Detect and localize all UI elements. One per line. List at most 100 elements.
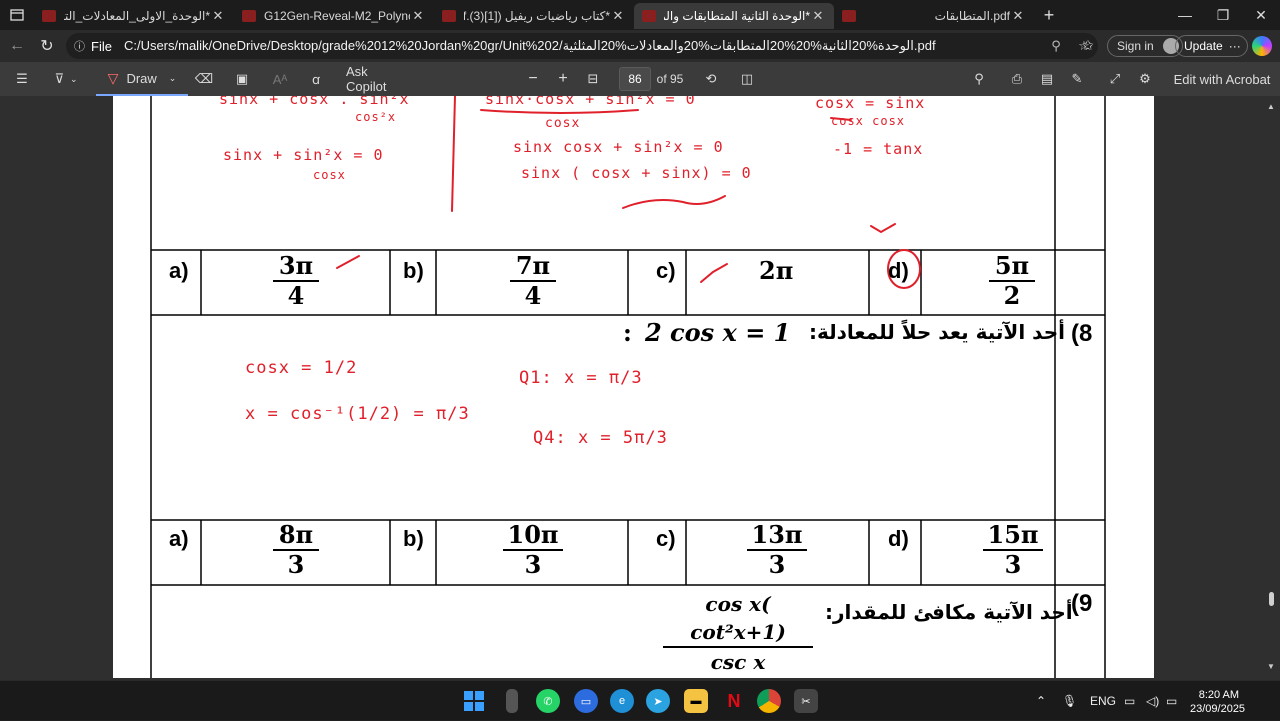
chrome-icon[interactable]: [757, 689, 781, 713]
clock[interactable]: 8:20 AM 23/09/2025: [1190, 688, 1245, 716]
tab-actions-icon[interactable]: [0, 0, 34, 30]
copilot-icon[interactable]: [1252, 36, 1272, 56]
tab-quadratic-equations[interactable]: *الوحدة_الاولى_المعادلات_التربيعية.. ✕: [34, 3, 234, 29]
option-b-value[interactable]: 10π 3: [503, 521, 563, 579]
close-icon[interactable]: ✕: [810, 8, 826, 24]
update-button[interactable]: Update ···: [1175, 35, 1248, 57]
fullscreen-icon[interactable]: ⤢: [1104, 62, 1126, 96]
tab-identities[interactable]: المتطابقات.pdf ✕: [834, 3, 1034, 29]
url-field[interactable]: ⓘ File C:/Users/malik/OneDrive/Desktop/g…: [66, 33, 1098, 59]
page-number-input[interactable]: 86: [619, 67, 651, 91]
close-icon[interactable]: ✕: [210, 8, 226, 24]
close-icon[interactable]: ✕: [410, 8, 426, 24]
snipping-tool-icon[interactable]: ✂: [794, 689, 818, 713]
browser-tab-bar: *الوحدة_الاولى_المعادلات_التربيعية.. ✕ G…: [0, 0, 1280, 30]
language-indicator[interactable]: ENG: [1090, 681, 1116, 721]
show-hidden-icons[interactable]: ⌃: [1036, 681, 1046, 721]
question-number: (9: [1071, 590, 1093, 617]
read-aloud-icon[interactable]: Aᴬ: [268, 62, 292, 96]
equation: 2 cos x = 1: [645, 318, 791, 347]
option-a-value[interactable]: 8π 3: [273, 521, 319, 579]
scroll-up-icon[interactable]: ▲: [1267, 102, 1275, 111]
option-c-label: c): [656, 526, 676, 551]
scroll-down-icon[interactable]: ▼: [1267, 662, 1275, 671]
close-window-icon[interactable]: ✕: [1242, 0, 1280, 30]
option-a-value[interactable]: 3π 4: [273, 252, 319, 310]
taskbar: ✆ ▭ e ➤ ▬ N ✂ ⌃ 🎙 ENG ▭ ◁) ▭ 8:20 AM 23/…: [0, 680, 1280, 720]
close-icon[interactable]: ✕: [610, 8, 626, 24]
highlight-icon[interactable]: ⊽ ⌄: [46, 62, 86, 96]
handwriting: sinx cosx + sin²x = 0: [513, 138, 724, 156]
option-a-label: a): [169, 258, 189, 283]
tab-reveal-book[interactable]: *كتاب رياضيات ريفيل (pdf.(3)[1] ✕: [434, 3, 634, 29]
print-icon[interactable]: ⎙: [1006, 62, 1028, 96]
pdf-viewer: sinx + cosx . sin²x cos²x sinx + sin²x =…: [0, 96, 1280, 680]
microphone-icon[interactable]: 🎙: [1062, 681, 1077, 721]
fit-page-icon[interactable]: ⊟: [582, 62, 604, 96]
pdf-page[interactable]: sinx + cosx . sin²x cos²x sinx + sin²x =…: [113, 96, 1154, 678]
option-d-value[interactable]: 5π 2: [989, 252, 1035, 310]
back-icon[interactable]: ←: [2, 37, 32, 55]
scrollbar[interactable]: ▲ ▼: [1264, 96, 1280, 680]
option-b-value[interactable]: 7π 4: [510, 252, 556, 310]
page-view-icon[interactable]: ◫: [736, 62, 758, 96]
pdf-icon: [842, 10, 856, 22]
text-box-icon[interactable]: ▣: [230, 62, 254, 96]
edit-with-acrobat-button[interactable]: Edit with Acrobat: [1172, 62, 1272, 96]
pdf-icon: [442, 10, 456, 22]
pdf-icon: [42, 10, 56, 22]
favorites-icon[interactable]: ✩: [1082, 37, 1094, 54]
netflix-icon[interactable]: N: [722, 689, 746, 713]
option-c-value[interactable]: 2π: [759, 256, 793, 285]
sign-in-button[interactable]: Sign in: [1107, 35, 1183, 57]
minimize-icon[interactable]: —: [1166, 0, 1204, 30]
option-d-label: d): [888, 526, 909, 551]
telegram-icon[interactable]: ➤: [646, 689, 670, 713]
equation-colon: :: [623, 318, 632, 347]
chevron-down-icon: ⌄: [168, 72, 177, 83]
tab-identities-unit[interactable]: *الوحدة الثانية المتطابقات والمعادلا ✕: [634, 3, 834, 29]
handwriting: Q1: x = π/3: [519, 368, 643, 388]
contents-icon[interactable]: ☰: [10, 62, 34, 96]
draw-button[interactable]: ▽ Draw ⌄: [96, 62, 188, 96]
info-icon[interactable]: ⓘ: [74, 38, 85, 54]
search-icon[interactable]: ⚲: [968, 62, 990, 96]
save-as-icon[interactable]: ✎: [1066, 62, 1088, 96]
handwriting: x = cos⁻¹(1/2) = π/3: [245, 404, 470, 424]
eraser-icon[interactable]: ⌫: [192, 62, 216, 96]
zoom-out-icon[interactable]: −: [522, 62, 544, 96]
handwriting: cosx = 1/2: [245, 358, 358, 378]
zoom-in-icon[interactable]: +: [552, 62, 574, 96]
whatsapp-icon[interactable]: ✆: [536, 689, 560, 713]
app-icon[interactable]: [506, 689, 518, 713]
save-icon[interactable]: ▤: [1036, 62, 1058, 96]
start-icon[interactable]: [462, 689, 486, 713]
option-d-value[interactable]: 15π 3: [983, 521, 1043, 579]
volume-icon[interactable]: ◁): [1146, 681, 1159, 721]
file-explorer-icon[interactable]: ▬: [684, 689, 708, 713]
rotate-icon[interactable]: ⟲: [700, 62, 722, 96]
gear-icon[interactable]: ⚙: [1134, 62, 1156, 96]
new-tab-button[interactable]: +: [1034, 5, 1064, 26]
reload-icon[interactable]: ↻: [32, 36, 62, 56]
maximize-icon[interactable]: ❐: [1204, 0, 1242, 30]
display-icon[interactable]: ▭: [1124, 681, 1135, 721]
handwriting: -1 = tanx: [833, 140, 924, 158]
option-a-label: a): [169, 526, 189, 551]
scrollbar-thumb[interactable]: [1269, 592, 1274, 606]
tab-polynomials[interactable]: G12Gen-Reveal-M2_Polynomials( ✕: [234, 3, 434, 29]
close-icon[interactable]: ✕: [1010, 8, 1026, 24]
ask-copilot-button[interactable]: Ask Copilot: [346, 62, 410, 96]
handwriting: cosx cosx: [831, 114, 906, 128]
edge-icon[interactable]: e: [610, 689, 634, 713]
handwriting: sinx ( cosx + sinx) = 0: [521, 164, 752, 182]
pdf-icon: [642, 10, 656, 22]
more-icon[interactable]: ···: [1229, 36, 1241, 56]
option-c-value[interactable]: 13π 3: [747, 521, 807, 579]
question-text: أحد الآتية مكافئ للمقدار:: [825, 600, 1073, 624]
zoom-app-icon[interactable]: ▭: [574, 689, 598, 713]
battery-icon[interactable]: ▭: [1166, 681, 1177, 721]
zoom-icon[interactable]: ⚲: [1042, 38, 1070, 54]
handwriting: sinx + cosx . sin²x: [219, 96, 410, 108]
translate-icon[interactable]: ꭤ: [304, 62, 328, 96]
